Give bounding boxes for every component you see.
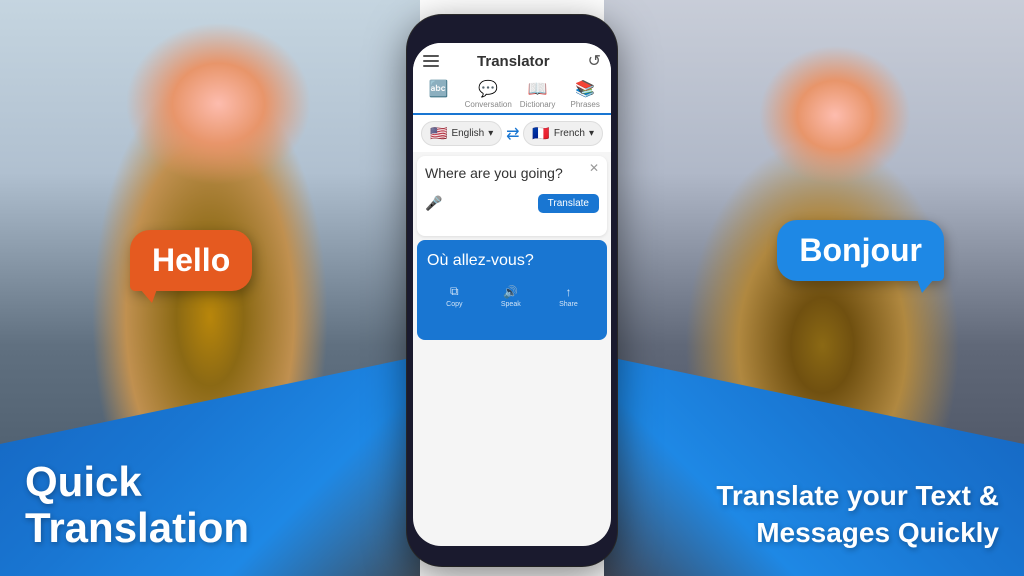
phrases-tab-icon: 📚	[575, 79, 595, 99]
copy-button[interactable]: ⧉ Copy	[446, 284, 462, 308]
tab-dictionary[interactable]: 📖 Dictionary	[514, 75, 562, 113]
swap-languages-icon[interactable]: ⇄	[506, 124, 519, 144]
hello-text: Hello	[152, 242, 230, 278]
share-label: Share	[559, 301, 578, 308]
bonjour-bubble: Bonjour	[777, 220, 944, 281]
target-flag: 🇫🇷	[532, 125, 549, 142]
tab-bar: 🔤 💬 Conversation 📖 Dictionary 📚 Phrases	[413, 75, 611, 115]
phone-mockup: Translator ↺ 🔤 💬 Conversation 📖 Dictiona…	[397, 0, 627, 576]
output-area: Où allez-vous? ⧉ Copy 🔊 Speak ↑ Share	[417, 240, 607, 340]
clear-input-button[interactable]: ✕	[589, 161, 599, 175]
hamburger-line-2	[423, 60, 439, 62]
bonjour-text: Bonjour	[799, 232, 922, 268]
output-action-bar: ⧉ Copy 🔊 Speak ↑ Share	[427, 284, 597, 308]
tab-translate[interactable]: 🔤	[415, 75, 463, 115]
app-container: Hello Quick Translation Bonjour Translat…	[0, 0, 1024, 576]
hello-bubble: Hello	[130, 230, 252, 291]
hamburger-line-1	[423, 55, 439, 57]
language-selector: 🇺🇸 English ▾ ⇄ 🇫🇷 French ▾	[413, 115, 611, 152]
app-header: Translator ↺	[413, 43, 611, 75]
speak-label: Speak	[501, 301, 521, 308]
right-text-overlay: Translate your Text & Messages Quickly	[699, 478, 999, 551]
share-button[interactable]: ↑ Share	[559, 285, 578, 308]
phone-screen: Translator ↺ 🔤 💬 Conversation 📖 Dictiona…	[413, 43, 611, 546]
copy-label: Copy	[446, 301, 462, 308]
copy-icon: ⧉	[450, 284, 459, 299]
conversation-tab-icon: 💬	[478, 79, 498, 99]
source-flag: 🇺🇸	[430, 125, 447, 142]
history-icon[interactable]: ↺	[588, 51, 601, 71]
left-photo-section: Hello Quick Translation	[0, 0, 420, 576]
output-text: Où allez-vous?	[427, 250, 597, 272]
speak-button[interactable]: 🔊 Speak	[501, 285, 521, 308]
app-title: Translator	[477, 53, 550, 70]
hamburger-line-3	[423, 65, 439, 67]
target-lang-name: French	[554, 128, 585, 139]
hamburger-menu[interactable]	[423, 55, 439, 67]
share-icon: ↑	[565, 285, 571, 299]
input-area: ✕ Where are you going? 🎤 Translate	[417, 156, 607, 236]
dictionary-tab-icon: 📖	[528, 79, 548, 99]
dictionary-tab-label: Dictionary	[520, 100, 556, 109]
translate-tab-icon: 🔤	[429, 79, 449, 99]
source-language-button[interactable]: 🇺🇸 English ▾	[421, 121, 502, 146]
tab-phrases[interactable]: 📚 Phrases	[561, 75, 609, 113]
phrases-tab-label: Phrases	[571, 100, 600, 109]
target-lang-arrow: ▾	[589, 128, 594, 139]
left-text-overlay: Quick Translation	[25, 459, 249, 551]
translate-button[interactable]: Translate	[538, 194, 599, 213]
left-heading-line1: Quick	[25, 458, 142, 505]
source-lang-arrow: ▾	[488, 128, 493, 139]
phone-body: Translator ↺ 🔤 💬 Conversation 📖 Dictiona…	[407, 15, 617, 566]
conversation-tab-label: Conversation	[465, 100, 512, 109]
input-text[interactable]: Where are you going?	[425, 164, 599, 184]
microphone-icon[interactable]: 🎤	[425, 195, 442, 212]
left-heading-line2: Translation	[25, 504, 249, 551]
input-bottom-bar: 🎤 Translate	[425, 194, 599, 213]
phone-notch	[482, 30, 542, 36]
target-language-button[interactable]: 🇫🇷 French ▾	[523, 121, 603, 146]
speak-icon: 🔊	[503, 285, 518, 299]
right-photo-section: Bonjour Translate your Text & Messages Q…	[604, 0, 1024, 576]
tab-conversation[interactable]: 💬 Conversation	[463, 75, 514, 113]
right-heading: Translate your Text & Messages Quickly	[699, 478, 999, 551]
left-heading: Quick Translation	[25, 459, 249, 551]
source-lang-name: English	[451, 128, 484, 139]
